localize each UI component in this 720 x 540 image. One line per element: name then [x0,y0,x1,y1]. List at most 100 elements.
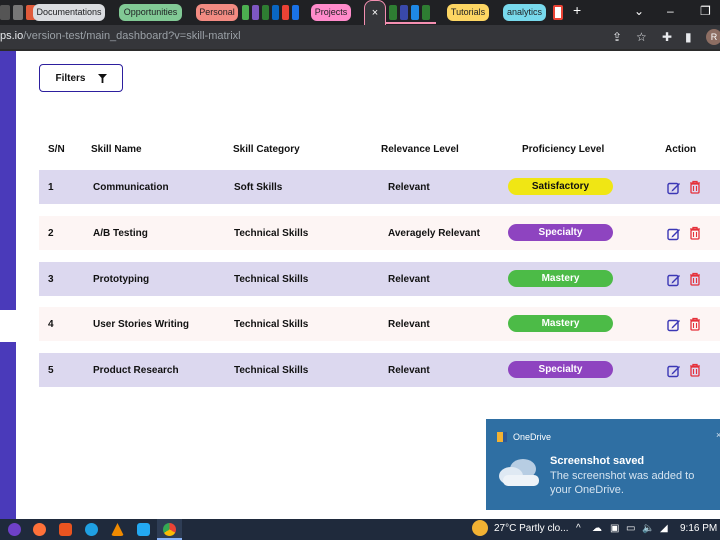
delete-trash-icon[interactable] [689,363,701,377]
side-panel-icon[interactable]: ▮ [685,30,692,44]
delete-trash-icon[interactable] [689,272,701,286]
minimize-button[interactable]: – [667,4,674,18]
linkedin-favicon[interactable] [272,5,279,20]
table-row[interactable]: 2 A/B Testing Technical Skills Averagely Re… [39,216,720,250]
favicon[interactable] [0,5,10,20]
tab-group-personal[interactable]: Personal [196,4,238,27]
google-favicon-tab[interactable] [553,5,563,20]
pinned-favicons[interactable] [0,5,36,20]
cloud-icon [499,459,539,486]
header-skill-category: Skill Category [233,144,300,155]
favicon[interactable] [252,5,259,20]
proficiency-badge: Specialty [508,224,613,241]
grouped-favicons [242,5,299,20]
sidebar [0,51,16,310]
extensions-puzzle-icon[interactable]: ✚ [662,30,672,44]
favicon[interactable] [262,5,269,20]
table-row[interactable]: 5 Product Research Technical Skills Relevan… [39,353,720,387]
restore-button[interactable]: ❐ [700,4,711,18]
volume-icon[interactable]: 🔈 [642,523,654,534]
project-favicons [389,5,430,20]
meet-tray-icon[interactable]: ▣ [610,523,619,534]
tab-group-documentations[interactable]: Documentations [33,4,105,27]
wifi-icon[interactable]: ◢ [660,523,668,534]
cell-skill-name: User Stories Writing [93,319,189,330]
cell-relevance-level: Relevant [388,182,430,193]
edit-icon[interactable] [667,181,681,195]
new-tab-button[interactable]: + [573,2,581,18]
favicon[interactable] [242,5,249,20]
projects-group-underline [386,22,436,24]
favicon[interactable] [292,5,299,20]
table-row[interactable]: 4 User Stories Writing Technical Skills Rel… [39,307,720,341]
notification-app-name: OneDrive [513,432,552,442]
battery-icon[interactable]: ▭ [626,523,635,534]
firefox-icon[interactable] [33,523,46,536]
vscode-icon[interactable] [137,523,150,536]
delete-trash-icon[interactable] [689,317,701,331]
github-desktop-icon[interactable] [8,523,21,536]
cell-relevance-level: Relevant [388,365,430,376]
chrome-taskbar-button[interactable] [157,519,182,540]
proficiency-badge: Mastery [508,315,613,332]
notification-close-button[interactable]: × [716,430,720,440]
chrome-icon [163,523,176,536]
notification-title: Screenshot saved [550,455,645,467]
notification-message: The screenshot was added to your OneDriv… [550,470,695,496]
google-favicon[interactable] [553,5,563,20]
cell-sn: 4 [48,319,54,330]
header-relevance-level: Relevance Level [381,144,459,155]
ubuntu-icon[interactable] [59,523,72,536]
header-action: Action [665,144,697,155]
favicon[interactable] [411,5,419,20]
weather-icon[interactable] [472,520,488,536]
sidebar [0,342,16,519]
favicon[interactable] [389,5,397,20]
gmail-favicon[interactable] [282,5,289,20]
url-path: /version-test/main_dashboard?v=skill-mat… [23,30,241,42]
favicon[interactable] [13,5,23,20]
share-icon[interactable]: ⇪ [612,30,622,44]
cell-relevance-level: Relevant [388,274,430,285]
favicon[interactable] [422,5,430,20]
filters-button[interactable]: Filters [39,64,123,92]
tab-search-chevron-icon[interactable]: ⌄ [634,4,644,18]
cell-sn: 3 [48,274,54,285]
bookmark-star-icon[interactable]: ☆ [636,30,647,44]
edit-icon[interactable] [667,227,681,241]
favicon[interactable] [400,5,408,20]
browser-tab-bar: Documentations Opportunities Personal Pr… [0,0,720,27]
profile-avatar[interactable]: R [706,29,720,45]
table-row[interactable]: 1 Communication Soft Skills Relevant Satisfa… [39,170,720,204]
onedrive-app-icon [497,432,507,442]
proficiency-badge: Specialty [508,361,613,378]
active-tab-close-button[interactable]: × [364,0,386,25]
url-text[interactable]: ps.io/version-test/main_dashboard?v=skil… [0,30,241,42]
cell-skill-category: Technical Skills [234,228,309,239]
cell-relevance-level: Relevant [388,319,430,330]
edge-icon[interactable] [85,523,98,536]
tab-group-projects[interactable]: Projects [311,4,351,27]
tab-group-opportunities[interactable]: Opportunities [119,4,182,27]
address-bar[interactable]: ps.io/version-test/main_dashboard?v=skil… [0,25,720,49]
weather-text[interactable]: 27°C Partly clo... [494,523,569,534]
edit-icon[interactable] [667,273,681,287]
table-row[interactable]: 3 Prototyping Technical Skills Relevant Mast… [39,262,720,296]
cell-relevance-level: Averagely Relevant [388,228,480,239]
tab-group-analytics[interactable]: analytics [503,4,546,27]
url-domain: ps.io [0,30,24,42]
cell-skill-name: Prototyping [93,274,150,285]
edit-icon[interactable] [667,318,681,332]
show-hidden-icons-chevron[interactable]: ^ [576,523,581,534]
cell-sn: 2 [48,228,54,239]
clock-time[interactable]: 9:16 PM [680,523,717,534]
cell-skill-category: Technical Skills [234,319,309,330]
edit-icon[interactable] [667,364,681,378]
onedrive-notification[interactable]: OneDrive × Screenshot saved The screensh… [486,419,720,510]
vlc-icon[interactable] [111,523,124,536]
tab-group-tutorials[interactable]: Tutorials [447,4,489,27]
delete-trash-icon[interactable] [689,226,701,240]
cell-skill-category: Technical Skills [234,365,309,376]
onedrive-tray-icon[interactable]: ☁ [592,523,602,534]
delete-trash-icon[interactable] [689,180,701,194]
